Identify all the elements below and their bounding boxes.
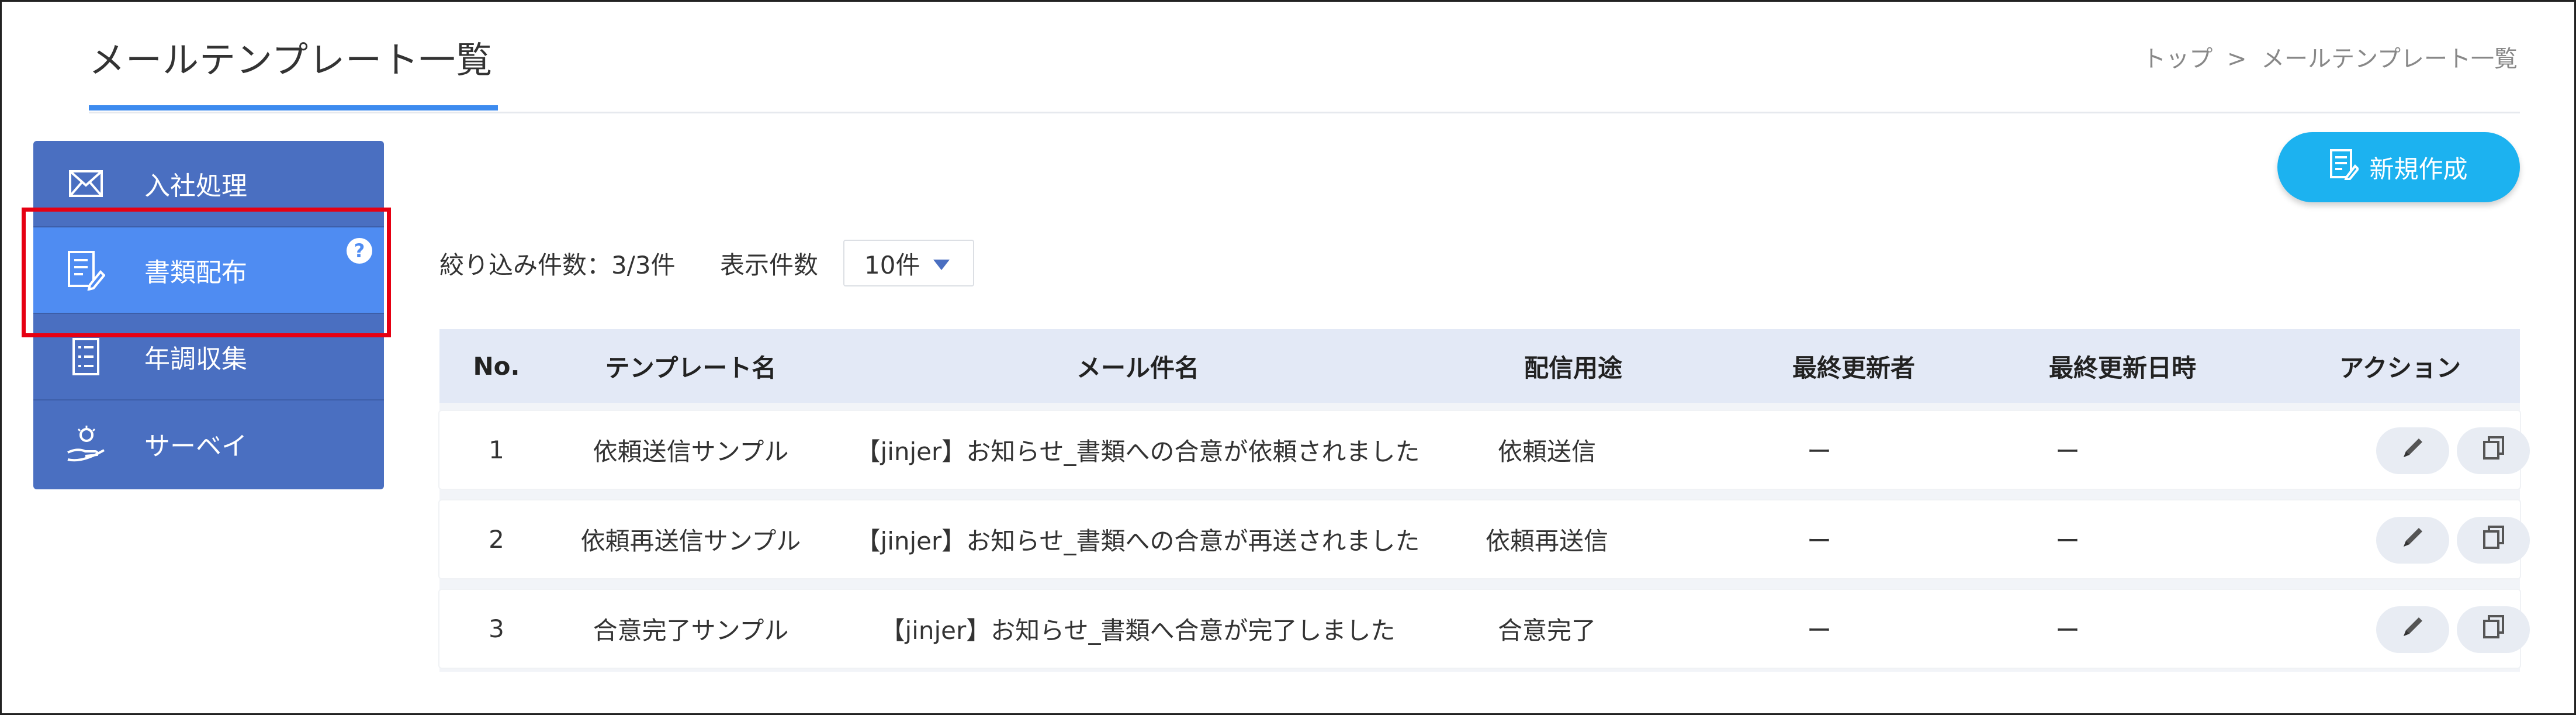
breadcrumb-separator: > — [2227, 46, 2247, 72]
header-last-updated-at: 最終更新日時 — [2048, 353, 2196, 382]
sidebar-item-label: サーベイ — [144, 431, 247, 461]
table-row[interactable]: 1 依頼送信サンプル 【jinjer】お知らせ_書類への合意が依頼されました 依… — [439, 411, 2530, 489]
table-header: No. テンプレート名 メール件名 配信用途 最終更新者 最終更新日時 アクショ… — [439, 329, 2520, 403]
sidebar-item-label: 年調収集 — [144, 344, 247, 374]
highlight-box — [22, 208, 391, 337]
row-template-name: 合意完了サンプル — [593, 616, 789, 645]
edit-button[interactable] — [2376, 427, 2449, 474]
sidebar-item-label: 入社処理 — [144, 171, 247, 201]
pencil-icon — [2400, 435, 2426, 467]
sidebar-item-survey[interactable]: サーベイ — [33, 400, 384, 487]
row-mail-subject: 【jinjer】お知らせ_書類へ合意が完了しました — [880, 616, 1396, 645]
row-actions — [2280, 500, 2530, 578]
new-document-icon — [2329, 148, 2360, 186]
table-row[interactable]: 3 合意完了サンプル 【jinjer】お知らせ_書類へ合意が完了しました 合意完… — [439, 590, 2530, 668]
row-template-name: 依頼再送信サンプル — [580, 527, 801, 555]
edit-button[interactable] — [2376, 517, 2449, 564]
copy-button[interactable] — [2457, 606, 2530, 653]
row-last-updater: ー — [1807, 527, 1832, 555]
display-count-value: 10件 — [864, 250, 920, 279]
row-last-updated-at: ー — [2055, 437, 2080, 466]
copy-button[interactable] — [2457, 427, 2530, 474]
checklist-icon — [65, 336, 106, 377]
row-no: 3 — [489, 614, 504, 643]
row-last-updater: ー — [1807, 616, 1832, 645]
row-use: 合意完了 — [1497, 616, 1596, 645]
envelope-icon — [65, 163, 106, 204]
survey-hand-icon — [65, 423, 106, 464]
row-no: 2 — [489, 525, 504, 554]
header-use: 配信用途 — [1524, 353, 1622, 382]
row-mail-subject: 【jinjer】お知らせ_書類への合意が再送されました — [856, 527, 1420, 555]
page-title: メールテンプレート一覧 — [89, 39, 493, 81]
row-use: 依頼送信 — [1497, 437, 1596, 466]
filter-count: 絞り込み件数：3/3件 — [439, 251, 676, 279]
display-count-select[interactable]: 10件 — [843, 240, 974, 286]
copy-icon — [2481, 524, 2506, 556]
header-action: アクション — [2339, 353, 2461, 382]
new-template-label: 新規作成 — [2369, 154, 2468, 184]
breadcrumb-home[interactable]: トップ — [2142, 46, 2213, 72]
table-row[interactable]: 2 依頼再送信サンプル 【jinjer】お知らせ_書類への合意が再送されました … — [439, 500, 2530, 578]
header-template-name: テンプレート名 — [605, 353, 777, 382]
copy-button[interactable] — [2457, 517, 2530, 564]
row-mail-subject: 【jinjer】お知らせ_書類への合意が依頼されました — [856, 437, 1420, 466]
pencil-icon — [2400, 524, 2426, 556]
new-template-button[interactable]: 新規作成 — [2277, 132, 2520, 202]
copy-icon — [2481, 435, 2506, 467]
row-last-updated-at: ー — [2055, 527, 2080, 555]
title-underline — [89, 105, 498, 110]
header-mail-subject: メール件名 — [1076, 353, 1199, 382]
display-count-label: 表示件数 — [720, 251, 819, 279]
header-no: No. — [473, 351, 520, 381]
breadcrumb: トップ > メールテンプレート一覧 — [2139, 40, 2521, 74]
row-actions — [2280, 411, 2530, 489]
row-last-updater: ー — [1807, 437, 1832, 466]
pencil-icon — [2400, 614, 2426, 645]
row-no: 1 — [489, 436, 504, 464]
row-template-name: 依頼送信サンプル — [593, 437, 789, 466]
copy-icon — [2481, 614, 2506, 645]
row-actions — [2280, 590, 2530, 668]
row-last-updated-at: ー — [2055, 616, 2080, 645]
caret-down-icon — [933, 260, 950, 270]
header-divider — [89, 112, 2520, 113]
row-use: 依頼再送信 — [1485, 527, 1608, 555]
edit-button[interactable] — [2376, 606, 2449, 653]
breadcrumb-current: メールテンプレート一覧 — [2261, 46, 2518, 72]
header-last-updater: 最終更新者 — [1792, 353, 1915, 382]
